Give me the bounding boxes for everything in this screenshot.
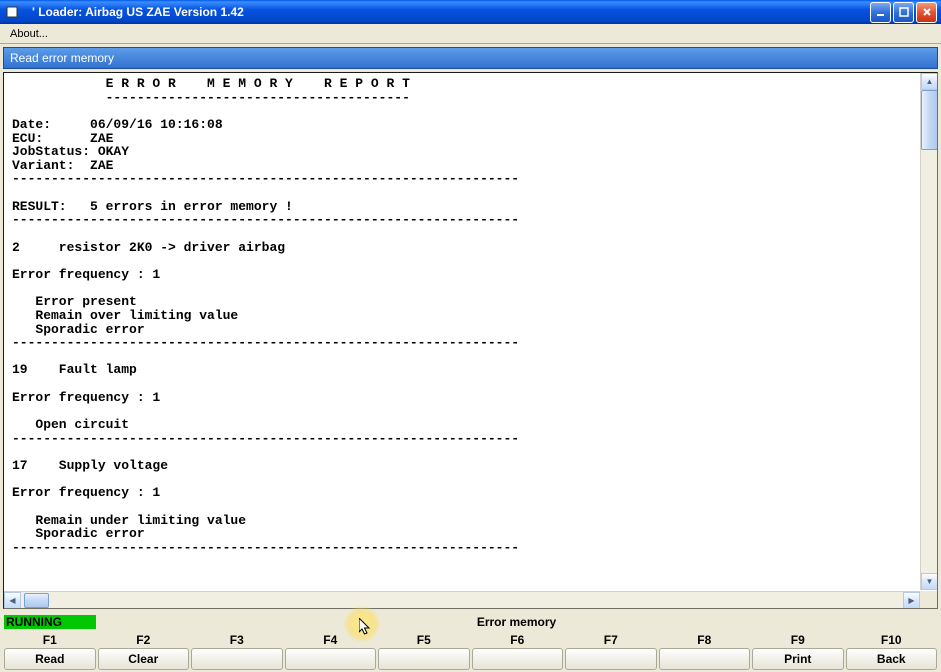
fkey-button-f3[interactable] — [191, 648, 283, 670]
titlebar: ' Loader: Airbag US ZAE Version 1.42 — [0, 0, 941, 24]
fkey-cell-f10: F10 Back — [846, 632, 938, 670]
fkey-button-f4[interactable] — [285, 648, 377, 670]
fkey-cell-f1: F1 Read — [4, 632, 96, 670]
fkey-label-f10: F10 — [846, 632, 938, 648]
fkey-button-f8[interactable] — [659, 648, 751, 670]
fkey-label-f4: F4 — [285, 632, 377, 648]
fkey-label-f6: F6 — [472, 632, 564, 648]
fkey-row: F1 Read F2 Clear F3 F4 F5 F6 F7 F8 — [4, 632, 937, 670]
scrollbar-vertical[interactable]: ▲ ▼ — [920, 73, 937, 590]
fkey-label-f5: F5 — [378, 632, 470, 648]
fkey-button-read[interactable]: Read — [4, 648, 96, 670]
app-icon — [4, 4, 20, 20]
scroll-up-arrow[interactable]: ▲ — [921, 73, 938, 90]
fkey-cell-f2: F2 Clear — [98, 632, 190, 670]
titlebar-buttons — [870, 2, 937, 23]
fkey-button-f7[interactable] — [565, 648, 657, 670]
fkey-button-f5[interactable] — [378, 648, 470, 670]
fkey-label-f1: F1 — [4, 632, 96, 648]
fkey-label-f9: F9 — [752, 632, 844, 648]
fkey-label-f7: F7 — [565, 632, 657, 648]
scroll-down-arrow[interactable]: ▼ — [921, 573, 938, 590]
fkey-cell-f5: F5 — [378, 632, 470, 670]
status-running: RUNNING — [4, 615, 96, 629]
report-text: E R R O R M E M O R Y R E P O R T ------… — [4, 73, 937, 608]
fkey-button-clear[interactable]: Clear — [98, 648, 190, 670]
report-container: E R R O R M E M O R Y R E P O R T ------… — [3, 72, 938, 609]
fkey-cell-f7: F7 — [565, 632, 657, 670]
fkey-button-f6[interactable] — [472, 648, 564, 670]
scroll-right-arrow[interactable]: ▶ — [903, 592, 920, 609]
fkey-button-print[interactable]: Print — [752, 648, 844, 670]
close-button[interactable] — [916, 2, 937, 23]
fkey-label-f8: F8 — [659, 632, 751, 648]
status-center: Error memory — [96, 615, 937, 629]
scrollbar-horizontal[interactable]: ◀ ▶ — [4, 591, 920, 608]
bottom-panel: RUNNING Error memory F1 Read F2 Clear F3… — [0, 612, 941, 672]
fkey-label-f2: F2 — [98, 632, 190, 648]
window-title: ' Loader: Airbag US ZAE Version 1.42 — [24, 5, 870, 19]
scroll-track-vertical[interactable] — [921, 90, 938, 573]
scroll-thumb-vertical[interactable] — [921, 90, 938, 150]
fkey-cell-f3: F3 — [191, 632, 283, 670]
status-row: RUNNING Error memory — [4, 614, 937, 630]
fkey-cell-f6: F6 — [472, 632, 564, 670]
fkey-label-f3: F3 — [191, 632, 283, 648]
fkey-cell-f8: F8 — [659, 632, 751, 670]
maximize-button[interactable] — [893, 2, 914, 23]
scroll-corner — [920, 591, 937, 608]
menubar: About... — [0, 24, 941, 44]
panel-header: Read error memory — [3, 47, 938, 69]
fkey-button-back[interactable]: Back — [846, 648, 938, 670]
fkey-cell-f9: F9 Print — [752, 632, 844, 670]
menu-about[interactable]: About... — [4, 26, 54, 42]
scroll-left-arrow[interactable]: ◀ — [4, 592, 21, 609]
minimize-button[interactable] — [870, 2, 891, 23]
content-area: E R R O R M E M O R Y R E P O R T ------… — [3, 72, 938, 609]
fkey-cell-f4: F4 — [285, 632, 377, 670]
scroll-thumb-horizontal[interactable] — [24, 593, 49, 608]
